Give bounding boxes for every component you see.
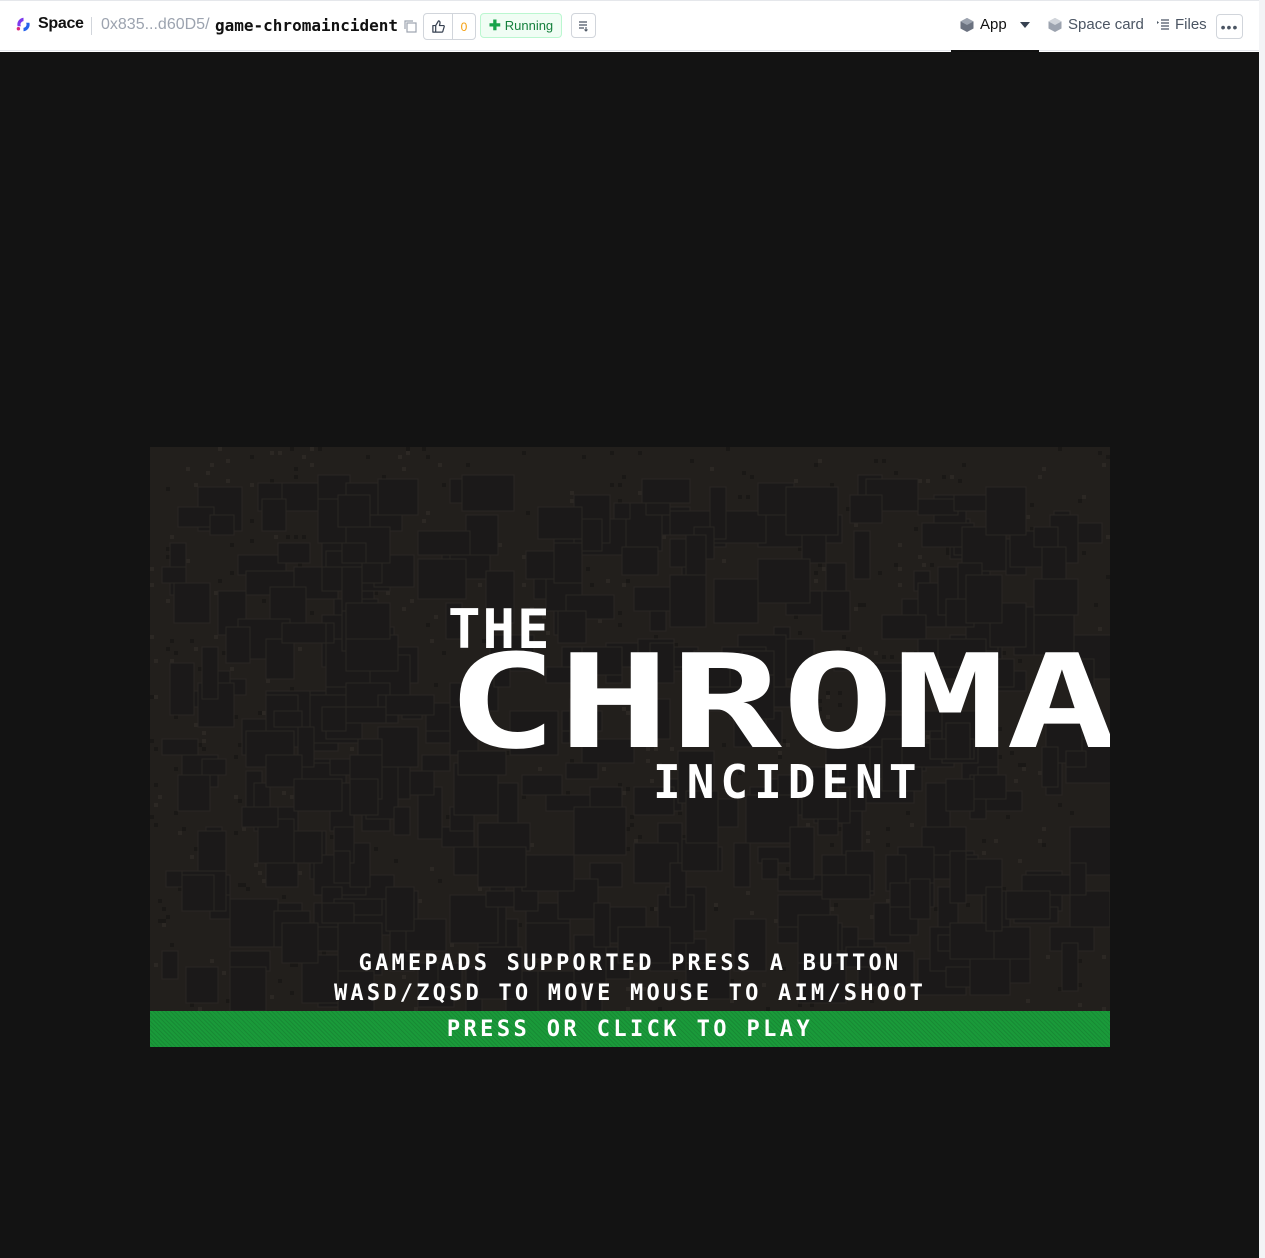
logs-button[interactable] — [571, 13, 596, 38]
tab-space-card-label: Space card — [1068, 16, 1144, 33]
brand[interactable]: Space — [15, 15, 84, 33]
play-label: PRESS OR CLICK TO PLAY — [446, 1016, 814, 1042]
owner-link[interactable]: 0x835...d60D5/ — [101, 16, 210, 34]
divider — [91, 17, 92, 35]
status-badge[interactable]: ✚ Running — [480, 13, 563, 38]
brand-name: Space — [38, 15, 84, 32]
title-incident: INCIDENT — [653, 755, 923, 809]
tab-app-label: App — [980, 16, 1007, 33]
gamepad-hint: GAMEPADS SUPPORTED PRESS A BUTTON — [358, 951, 902, 976]
space-logo-icon — [16, 17, 30, 31]
running-plus-icon: ✚ — [489, 17, 501, 33]
cube-icon — [960, 17, 974, 32]
more-icon: ••• — [1220, 18, 1239, 35]
logs-icon — [578, 20, 588, 32]
repo-name[interactable]: game-chromaincident — [215, 16, 398, 35]
tab-app[interactable]: App — [959, 16, 1030, 33]
svg-text:CHROMA: CHROMA — [446, 647, 1110, 757]
like-button[interactable]: 0 — [423, 13, 476, 40]
files-list-icon — [1157, 18, 1169, 30]
tab-files[interactable]: Files — [1156, 16, 1207, 33]
copy-icon[interactable] — [403, 19, 417, 33]
tab-space-card[interactable]: Space card — [1047, 16, 1144, 33]
title-chroma: CHROMA — [446, 647, 1110, 757]
play-button[interactable]: PRESS OR CLICK TO PLAY — [150, 1011, 1110, 1047]
tab-files-label: Files — [1175, 16, 1207, 33]
space-header: Space 0x835...d60D5/ game-chromaincident… — [0, 0, 1259, 52]
app-frame: THE CHROMA INCIDENT GAMEPADS SUPPORTED P… — [0, 52, 1259, 1258]
more-options-button[interactable]: ••• — [1216, 14, 1243, 39]
scrollbar-track[interactable] — [1259, 0, 1265, 1258]
like-count: 0 — [460, 19, 468, 34]
thumbs-up-icon — [424, 14, 453, 39]
game-canvas[interactable]: THE CHROMA INCIDENT GAMEPADS SUPPORTED P… — [150, 447, 1110, 1047]
cube-icon — [1048, 17, 1062, 32]
status-label: Running — [504, 18, 554, 33]
chevron-down-icon[interactable] — [1019, 21, 1030, 28]
controls-hint: WASD/ZQSD TO MOVE MOUSE TO AIM/SHOOT — [333, 981, 927, 1006]
